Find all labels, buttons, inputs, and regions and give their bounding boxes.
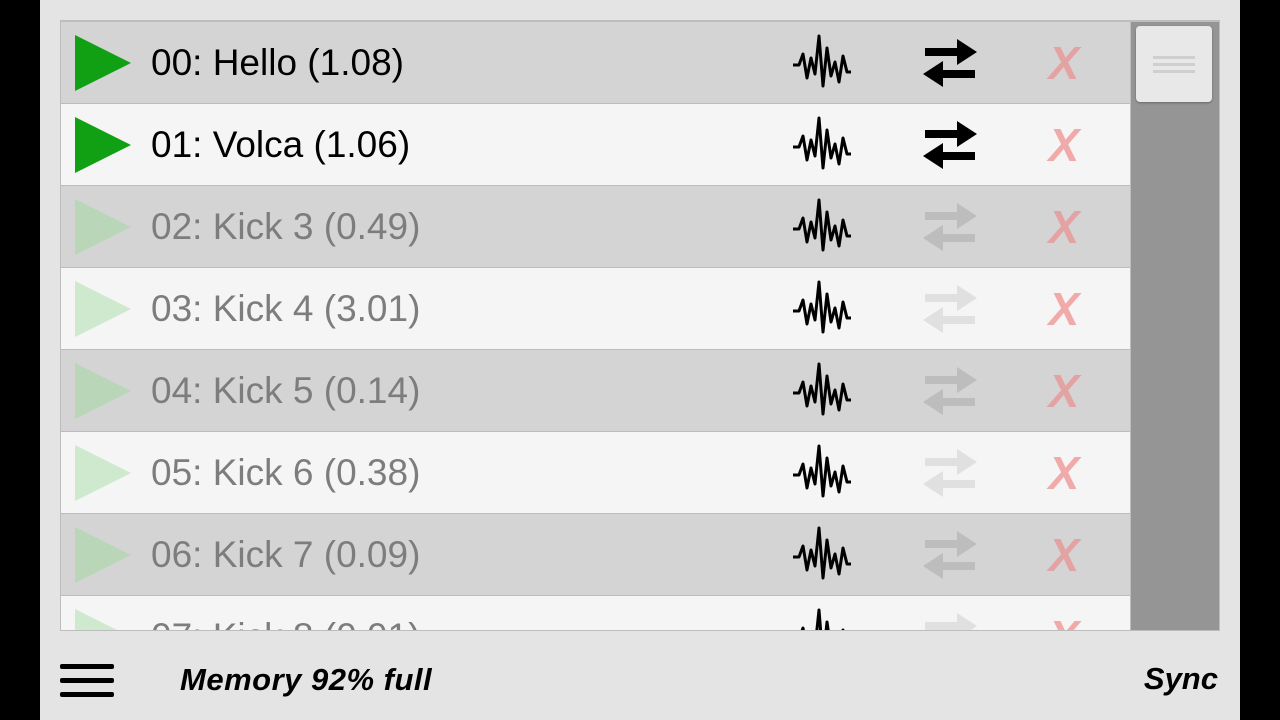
drag-handle-line (1153, 63, 1195, 66)
swap-arrows-icon[interactable] (921, 445, 979, 501)
play-icon[interactable] (73, 445, 131, 501)
sample-row[interactable]: 05: Kick 6 (0.38) X (61, 432, 1130, 514)
waveform-icon[interactable] (791, 608, 853, 630)
delete-button[interactable]: X (1042, 104, 1086, 186)
sample-name[interactable]: 04: Kick 5 (0.14) (151, 350, 420, 432)
play-icon[interactable] (73, 281, 131, 337)
hamburger-menu-icon[interactable] (60, 664, 114, 698)
play-icon[interactable] (73, 527, 131, 583)
swap-arrows-icon[interactable] (921, 35, 979, 91)
sample-name[interactable]: 03: Kick 4 (3.01) (151, 268, 420, 350)
sample-row[interactable]: 03: Kick 4 (3.01) X (61, 268, 1130, 350)
sample-row[interactable]: 06: Kick 7 (0.09) X (61, 514, 1130, 596)
waveform-icon[interactable] (791, 34, 853, 92)
waveform-icon[interactable] (791, 116, 853, 174)
memory-status: Memory 92% full (180, 662, 433, 697)
bottom-bar: Memory 92% full Sync (40, 640, 1240, 720)
waveform-icon[interactable] (791, 444, 853, 502)
waveform-icon[interactable] (791, 362, 853, 420)
delete-button[interactable]: X (1042, 186, 1086, 268)
sample-row[interactable]: 04: Kick 5 (0.14) X (61, 350, 1130, 432)
play-icon[interactable] (73, 199, 131, 255)
waveform-icon[interactable] (791, 198, 853, 256)
sample-name[interactable]: 00: Hello (1.08) (151, 22, 404, 104)
sample-row[interactable]: 00: Hello (1.08) X (61, 22, 1130, 104)
play-icon[interactable] (73, 609, 131, 630)
drag-handle-line (1153, 70, 1195, 73)
sample-name[interactable]: 06: Kick 7 (0.09) (151, 514, 420, 596)
swap-arrows-icon[interactable] (921, 363, 979, 419)
delete-button[interactable]: X (1042, 350, 1086, 432)
waveform-icon[interactable] (791, 280, 853, 338)
delete-button[interactable]: X (1042, 432, 1086, 514)
swap-arrows-icon[interactable] (921, 527, 979, 583)
sync-button[interactable]: Sync (1144, 640, 1218, 720)
delete-button[interactable]: X (1042, 514, 1086, 596)
sample-row[interactable]: 07: Kick 8 (0.01) X (61, 596, 1130, 630)
sample-name[interactable]: 07: Kick 8 (0.01) (151, 596, 420, 630)
sample-row[interactable]: 02: Kick 3 (0.49) X (61, 186, 1130, 268)
app-window: 00: Hello (1.08) X 01: Volca (1.06) X 02: Ki… (40, 0, 1240, 720)
delete-button[interactable]: X (1042, 268, 1086, 350)
sample-name[interactable]: 02: Kick 3 (0.49) (151, 186, 420, 268)
delete-button[interactable]: X (1042, 596, 1086, 630)
scrollbar-track[interactable] (1131, 22, 1219, 630)
waveform-icon[interactable] (791, 526, 853, 584)
delete-button[interactable]: X (1042, 22, 1086, 104)
sample-name[interactable]: 01: Volca (1.06) (151, 104, 410, 186)
sample-name[interactable]: 05: Kick 6 (0.38) (151, 432, 420, 514)
drag-handle-icon (1153, 56, 1195, 59)
sample-list[interactable]: 00: Hello (1.08) X 01: Volca (1.06) X 02: Ki… (61, 22, 1130, 630)
sample-list-frame: 00: Hello (1.08) X 01: Volca (1.06) X 02: Ki… (60, 20, 1220, 631)
play-icon[interactable] (73, 363, 131, 419)
play-icon[interactable] (73, 117, 131, 173)
swap-arrows-icon[interactable] (921, 199, 979, 255)
sample-row[interactable]: 01: Volca (1.06) X (61, 104, 1130, 186)
swap-arrows-icon[interactable] (921, 609, 979, 630)
swap-arrows-icon[interactable] (921, 117, 979, 173)
swap-arrows-icon[interactable] (921, 281, 979, 337)
scrollbar-thumb[interactable] (1136, 26, 1212, 102)
play-icon[interactable] (73, 35, 131, 91)
